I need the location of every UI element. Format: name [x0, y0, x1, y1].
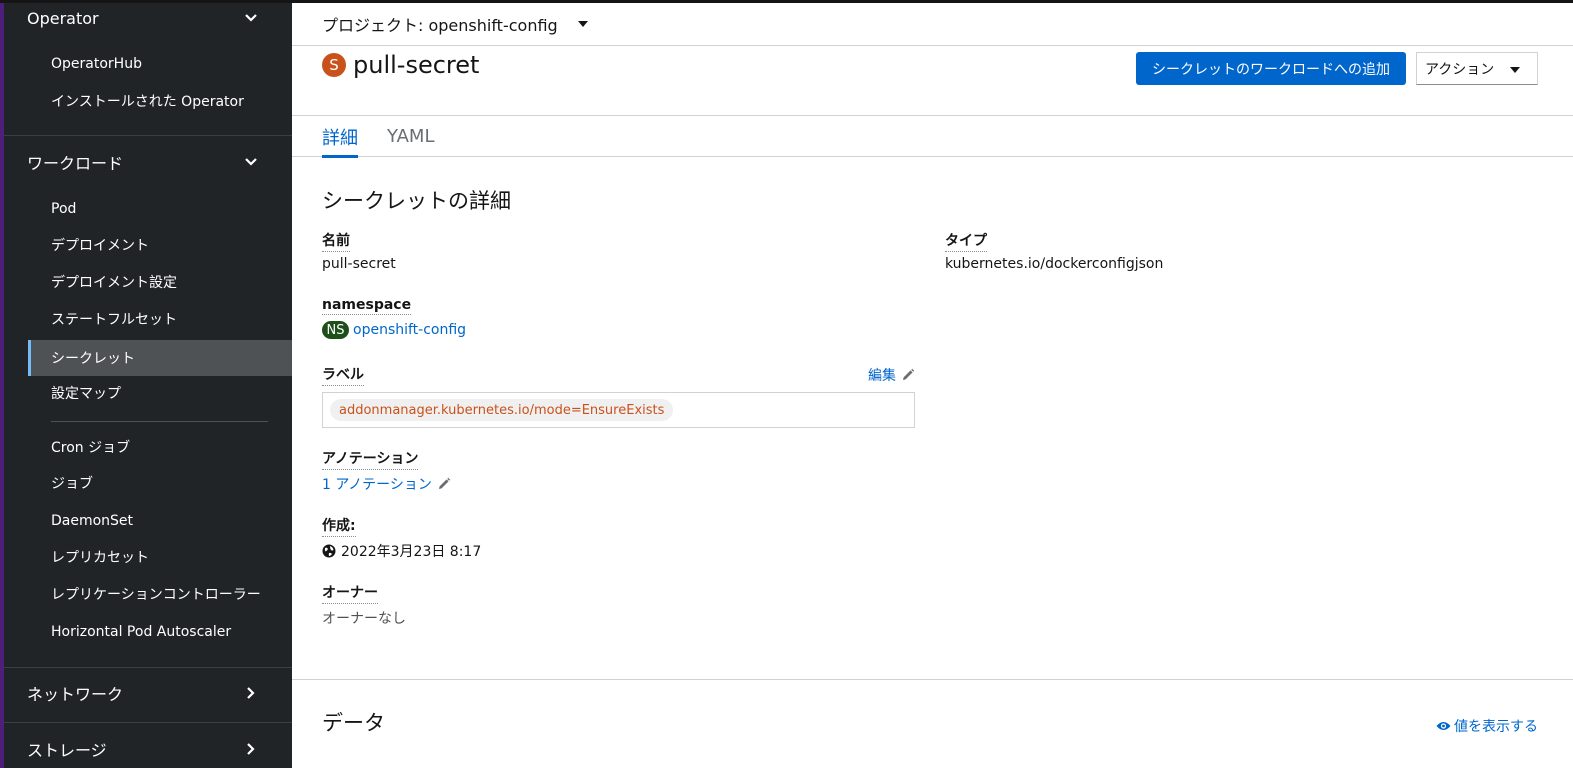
sidebar-item-label: レプリケーションコントローラー [51, 587, 261, 603]
show-values-label: 値を表示する [1454, 719, 1538, 735]
namespace-badge: NS [322, 321, 349, 339]
labels-label: ラベル [322, 364, 364, 386]
namespace-link[interactable]: openshift-config [353, 322, 466, 338]
annotations-label: アノテーション [322, 448, 419, 470]
label-chip[interactable]: addonmanager.kubernetes.io/mode=EnsureEx… [330, 399, 674, 421]
sidebar-item-label: インストールされた Operator [51, 94, 244, 110]
sidebar-item-pod[interactable]: Pod [28, 191, 292, 227]
nav-divider [4, 722, 292, 723]
resource-badge: S [322, 53, 346, 77]
nav-divider [4, 135, 292, 136]
nav-section-operator-label: Operator [27, 8, 99, 28]
tab-details[interactable]: 詳細 [322, 116, 358, 158]
page-heading: S pull-secret [322, 50, 479, 80]
actions-dropdown[interactable]: アクション [1416, 52, 1538, 85]
tab-bar: 詳細 YAML [292, 116, 1573, 158]
sidebar-item-label: DaemonSet [51, 513, 134, 529]
sidebar-nav: Operator OperatorHub インストールされた Operator … [0, 0, 292, 768]
sidebar-item-jobs[interactable]: ジョブ [28, 465, 292, 501]
top-border [0, 0, 1573, 3]
nav-section-operator[interactable]: Operator [4, 0, 292, 36]
sidebar-item-operatorhub[interactable]: OperatorHub [28, 46, 292, 82]
chevron-right-icon [247, 687, 255, 699]
owner-label: オーナー [322, 582, 378, 604]
sidebar-item-installed-operators[interactable]: インストールされた Operator [28, 83, 292, 119]
globe-icon [322, 544, 336, 558]
sidebar-item-replicasets[interactable]: レプリカセット [28, 539, 292, 575]
type-label: タイプ [945, 230, 987, 252]
project-selector-label: プロジェクト: openshift-config [322, 16, 558, 35]
name-value: pull-secret [322, 256, 396, 272]
owner-value: オーナーなし [322, 611, 406, 627]
sidebar-item-label: OperatorHub [51, 56, 142, 72]
sidebar-item-statefulsets[interactable]: ステートフルセット [28, 301, 292, 337]
created-date: 2022年3月23日 8:17 [341, 544, 482, 560]
nav-section-storage[interactable]: ストレージ [4, 731, 292, 767]
type-value: kubernetes.io/dockerconfigjson [945, 256, 1164, 272]
nav-section-workloads-label: ワークロード [27, 154, 124, 173]
page-title: pull-secret [353, 51, 480, 79]
details-section-title: シークレットの詳細 [322, 189, 511, 213]
tab-yaml[interactable]: YAML [387, 116, 434, 157]
nav-divider [4, 667, 292, 668]
perspective-accent-strip [0, 0, 4, 768]
sidebar-item-label: シークレット [51, 351, 135, 367]
chevron-down-icon [245, 158, 257, 166]
nav-subdivider [51, 421, 268, 422]
labels-container: addonmanager.kubernetes.io/mode=EnsureEx… [322, 392, 915, 428]
sidebar-item-daemonsets[interactable]: DaemonSet [28, 503, 292, 539]
nav-section-network-label: ネットワーク [27, 685, 124, 704]
created-label: 作成: [322, 515, 356, 537]
nav-section-workloads[interactable]: ワークロード [4, 144, 292, 180]
caret-down-icon [577, 21, 588, 27]
sidebar-item-label: ジョブ [51, 476, 93, 492]
annotations-value[interactable]: 1 アノテーション [322, 474, 451, 494]
nav-section-storage-label: ストレージ [27, 741, 107, 760]
sidebar-item-label: レプリカセット [51, 550, 149, 566]
nav-section-network[interactable]: ネットワーク [4, 675, 292, 711]
sidebar-item-configmaps[interactable]: 設定マップ [28, 375, 292, 411]
chevron-right-icon [247, 743, 255, 755]
section-divider [292, 679, 1573, 680]
sidebar-item-hpa[interactable]: Horizontal Pod Autoscaler [28, 614, 292, 650]
namespace-label: namespace [322, 297, 412, 315]
sidebar-item-label: ステートフルセット [51, 312, 177, 328]
sidebar-item-label: Horizontal Pod Autoscaler [51, 624, 232, 640]
eye-icon [1436, 722, 1451, 730]
chevron-down-icon [245, 14, 257, 22]
sidebar-item-cronjobs[interactable]: Cron ジョブ [28, 429, 292, 465]
sidebar-item-label: Pod [51, 201, 77, 217]
pencil-icon [903, 368, 915, 380]
edit-labels-link[interactable]: 編集 [868, 365, 915, 385]
annotations-link[interactable]: 1 アノテーション [322, 474, 432, 494]
main-content: プロジェクト: openshift-config S pull-secret シ… [292, 0, 1573, 768]
sidebar-item-deployments[interactable]: デプロイメント [28, 227, 292, 263]
sidebar-item-label: デプロイメント設定 [51, 275, 177, 291]
data-section-title: データ [322, 711, 385, 735]
namespace-value: NS openshift-config [322, 321, 466, 339]
add-secret-to-workload-button[interactable]: シークレットのワークロードへの追加 [1136, 52, 1406, 85]
show-values-link[interactable]: 値を表示する [1436, 716, 1538, 736]
sidebar-item-deployment-configs[interactable]: デプロイメント設定 [28, 264, 292, 300]
sidebar-item-label: 設定マップ [51, 386, 121, 402]
pencil-icon [438, 477, 451, 489]
sidebar-item-label: Cron ジョブ [51, 440, 131, 456]
actions-dropdown-label: アクション [1425, 61, 1495, 78]
sidebar-item-replication-controllers[interactable]: レプリケーションコントローラー [28, 576, 292, 612]
name-label: 名前 [322, 230, 350, 252]
edit-labels-label: 編集 [868, 368, 896, 384]
caret-down-icon [1510, 67, 1520, 73]
created-value: 2022年3月23日 8:17 [322, 541, 481, 561]
sidebar-item-label: デプロイメント [51, 238, 149, 254]
project-selector[interactable]: プロジェクト: openshift-config [292, 3, 1573, 46]
sidebar-item-secrets[interactable]: シークレット [28, 340, 292, 376]
